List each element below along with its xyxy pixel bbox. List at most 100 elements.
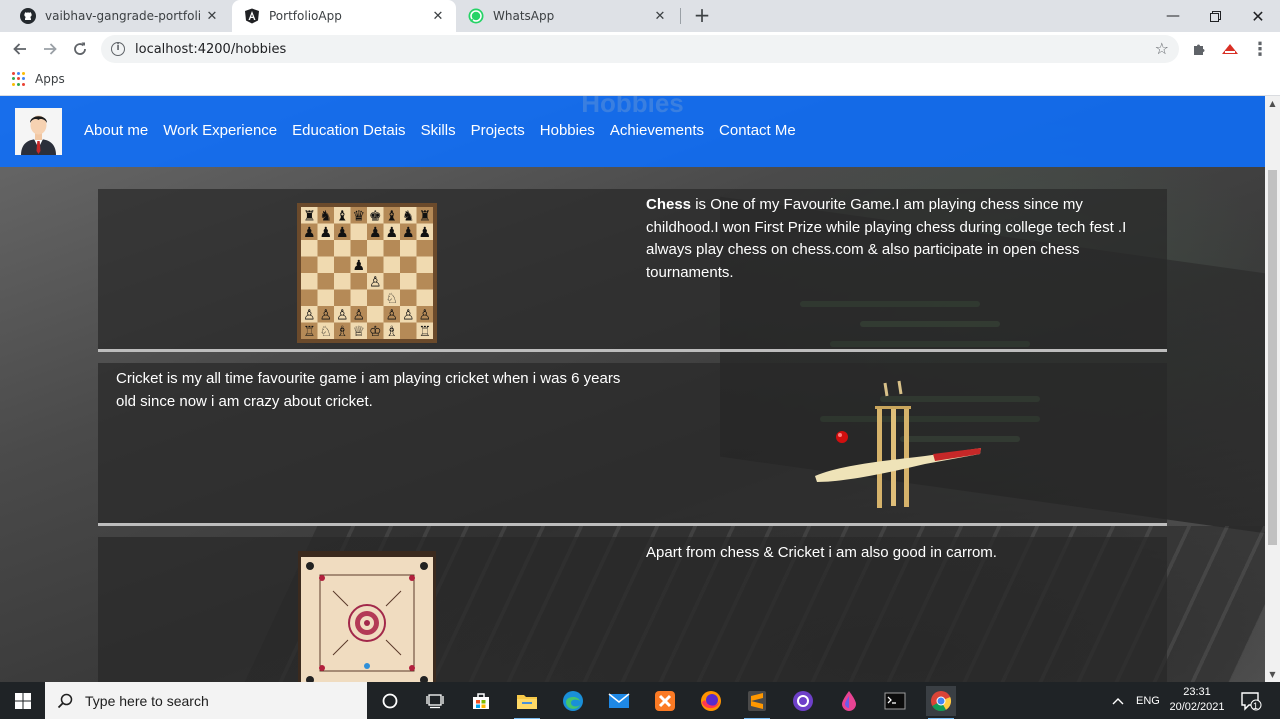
windows-start-button[interactable] bbox=[0, 682, 45, 719]
nav-education-details[interactable]: Education Detais bbox=[292, 122, 405, 139]
nav-contact-me[interactable]: Contact Me bbox=[719, 122, 796, 139]
sublime-text-icon[interactable] bbox=[742, 686, 772, 719]
svg-text:♗: ♗ bbox=[336, 324, 349, 340]
tab-title: PortfolioApp bbox=[269, 9, 342, 23]
scroll-down-arrow-icon[interactable]: ▼ bbox=[1265, 667, 1280, 682]
reload-button[interactable] bbox=[68, 37, 92, 61]
svg-text:♖: ♖ bbox=[303, 324, 316, 340]
scrollbar-thumb[interactable] bbox=[1268, 170, 1277, 545]
svg-text:♙: ♙ bbox=[319, 308, 332, 324]
url-text: localhost:4200/hobbies bbox=[135, 41, 287, 57]
nav-projects[interactable]: Projects bbox=[471, 122, 525, 139]
svg-text:♞: ♞ bbox=[319, 209, 332, 225]
show-hidden-icons[interactable] bbox=[1112, 682, 1124, 719]
svg-text:♟: ♟ bbox=[402, 225, 415, 241]
menu-kebab-icon[interactable]: ⋮ bbox=[1248, 37, 1272, 61]
tab-title: vaibhav-gangrade-portfoli-with- bbox=[45, 9, 200, 23]
firefox-icon[interactable] bbox=[696, 686, 726, 716]
svg-text:♙: ♙ bbox=[369, 275, 382, 291]
hobby-description: Cricket is my all time favourite game i … bbox=[116, 370, 621, 410]
svg-text:♔: ♔ bbox=[369, 324, 382, 340]
clock-date: 20/02/2021 bbox=[1169, 701, 1225, 713]
edge-icon[interactable] bbox=[558, 686, 588, 716]
hobby-description: Apart from chess & Cricket i am also goo… bbox=[646, 544, 997, 561]
windows-taskbar: Type here to search ENG 23:31 20/02/2021… bbox=[0, 682, 1280, 719]
svg-text:♗: ♗ bbox=[385, 324, 398, 340]
svg-text:♟: ♟ bbox=[319, 225, 332, 241]
svg-text:♟: ♟ bbox=[303, 225, 316, 241]
tab-strip: vaibhav-gangrade-portfoli-with- ✕ Portfo… bbox=[0, 0, 1280, 32]
close-window-button[interactable]: ✕ bbox=[1235, 0, 1280, 32]
whatsapp-icon bbox=[468, 8, 484, 24]
svg-text:♕: ♕ bbox=[352, 324, 365, 340]
svg-text:♟: ♟ bbox=[369, 225, 382, 241]
site-info-icon[interactable]: i bbox=[111, 42, 125, 56]
extensions-puzzle-icon[interactable] bbox=[1187, 37, 1211, 61]
terminal-icon[interactable] bbox=[880, 686, 910, 716]
microsoft-store-icon[interactable] bbox=[466, 686, 496, 716]
cortana-icon[interactable] bbox=[375, 686, 405, 716]
nav-achievements[interactable]: Achievements bbox=[610, 122, 704, 139]
svg-text:♙: ♙ bbox=[385, 308, 398, 324]
task-view-icon[interactable] bbox=[420, 686, 450, 716]
hobby-card-cricket: Cricket is my all time favourite game i … bbox=[98, 363, 1167, 526]
tab-whatsapp[interactable]: WhatsApp ✕ bbox=[456, 0, 678, 32]
bookmarks-bar: Apps bbox=[0, 66, 1280, 96]
svg-text:♟: ♟ bbox=[418, 225, 431, 241]
svg-text:♝: ♝ bbox=[385, 209, 398, 225]
page-viewport: Hobbies About me Work Experience Educati… bbox=[0, 96, 1265, 682]
chrome-icon[interactable] bbox=[926, 686, 956, 719]
address-bar[interactable]: i localhost:4200/hobbies ☆ bbox=[101, 35, 1179, 63]
browser-toolbar: i localhost:4200/hobbies ☆ ⋮ bbox=[0, 32, 1280, 66]
svg-text:♟: ♟ bbox=[336, 225, 349, 241]
mail-icon[interactable] bbox=[604, 686, 634, 716]
taskbar-search-box[interactable]: Type here to search bbox=[45, 682, 367, 719]
hobby-text: is One of my Favourite Game.I am playing… bbox=[646, 196, 1127, 281]
close-tab-icon[interactable]: ✕ bbox=[204, 9, 220, 24]
xampp-icon[interactable] bbox=[650, 686, 680, 716]
close-tab-icon[interactable]: ✕ bbox=[652, 9, 668, 24]
restore-button[interactable] bbox=[1192, 0, 1238, 32]
notification-count: 1 bbox=[1253, 701, 1259, 711]
file-explorer-icon[interactable] bbox=[512, 686, 542, 719]
svg-text:♘: ♘ bbox=[319, 324, 332, 340]
apps-bookmark[interactable]: Apps bbox=[12, 72, 65, 86]
bookmark-star-icon[interactable]: ☆ bbox=[1155, 39, 1169, 58]
nav-skills[interactable]: Skills bbox=[421, 122, 456, 139]
svg-text:♜: ♜ bbox=[303, 209, 316, 225]
scroll-up-arrow-icon[interactable]: ▲ bbox=[1265, 96, 1280, 111]
notification-center-icon[interactable]: 1 bbox=[1240, 682, 1262, 719]
close-tab-icon[interactable]: ✕ bbox=[430, 9, 446, 24]
svg-text:♟: ♟ bbox=[352, 258, 365, 274]
back-button[interactable] bbox=[8, 37, 32, 61]
new-tab-button[interactable]: + bbox=[690, 4, 714, 28]
minimize-button[interactable]: — bbox=[1150, 0, 1196, 32]
svg-text:♙: ♙ bbox=[303, 308, 316, 324]
tab-portfolioapp[interactable]: PortfolioApp ✕ bbox=[232, 0, 456, 32]
forward-button[interactable] bbox=[38, 37, 62, 61]
nav-hobbies[interactable]: Hobbies bbox=[540, 122, 595, 139]
svg-text:♘: ♘ bbox=[385, 291, 398, 307]
tab-separator bbox=[680, 8, 681, 24]
svg-text:♚: ♚ bbox=[369, 209, 382, 225]
svg-text:♛: ♛ bbox=[352, 209, 365, 225]
angular-icon bbox=[244, 8, 260, 24]
apps-grid-icon bbox=[12, 72, 26, 86]
nav-about-me[interactable]: About me bbox=[84, 122, 148, 139]
language-indicator[interactable]: ENG bbox=[1136, 682, 1160, 719]
svg-text:♙: ♙ bbox=[402, 308, 415, 324]
nav-work-experience[interactable]: Work Experience bbox=[163, 122, 277, 139]
drop-app-icon[interactable] bbox=[834, 686, 864, 716]
svg-text:♜: ♜ bbox=[418, 209, 431, 225]
page-scrollbar[interactable]: ▲ ▼ bbox=[1265, 96, 1280, 682]
svg-text:♞: ♞ bbox=[402, 209, 415, 225]
extension-icon[interactable] bbox=[1218, 37, 1242, 61]
tab-github[interactable]: vaibhav-gangrade-portfoli-with- ✕ bbox=[8, 0, 230, 32]
github-desktop-icon[interactable] bbox=[788, 686, 818, 716]
svg-text:♝: ♝ bbox=[336, 209, 349, 225]
taskbar-clock[interactable]: 23:31 20/02/2021 bbox=[1168, 685, 1226, 715]
nav-links: About me Work Experience Education Detai… bbox=[84, 122, 811, 139]
page-heading: Hobbies bbox=[581, 96, 684, 118]
search-icon bbox=[57, 693, 73, 708]
apps-label: Apps bbox=[35, 72, 65, 86]
